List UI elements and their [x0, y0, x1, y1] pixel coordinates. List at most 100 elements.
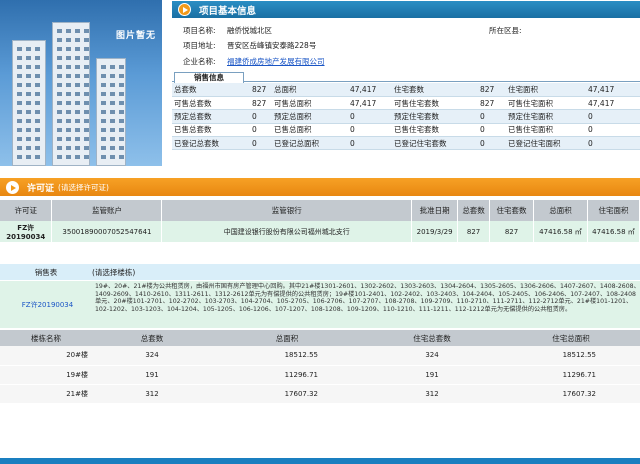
- window-icon: [66, 65, 71, 69]
- window-icon: [26, 83, 31, 87]
- window-icon: [75, 137, 80, 141]
- window-icon: [35, 110, 40, 114]
- window-icon: [84, 137, 89, 141]
- sales-info-value: 47,417: [586, 96, 640, 111]
- building-cell: 312: [362, 384, 502, 404]
- window-icon: [110, 137, 115, 141]
- window-icon: [84, 38, 89, 42]
- window-icon: [35, 128, 40, 132]
- sales-description-text: 19#、20#、21#楼为公共租赁房，由福州市国有房产管理中心回购。其中21#楼…: [95, 283, 640, 313]
- window-icon: [84, 119, 89, 123]
- building-row[interactable]: 19#楼 191 11296.71 191 11296.71: [0, 365, 640, 385]
- window-icon: [75, 92, 80, 96]
- window-icon: [35, 47, 40, 51]
- building-name-cell[interactable]: 19#楼: [0, 365, 92, 385]
- window-icon: [57, 155, 62, 159]
- sales-info-label: 可售住宅套数: [392, 96, 478, 111]
- tab-sales-info[interactable]: 销售信息: [174, 72, 244, 83]
- window-icon: [35, 137, 40, 141]
- company-link[interactable]: 福建侨成房地产发展有限公司: [227, 56, 437, 67]
- window-icon: [75, 155, 80, 159]
- sales-info-label: 已登记总面积: [272, 136, 348, 151]
- window-icon: [17, 146, 22, 150]
- window-icon: [110, 110, 115, 114]
- building-row[interactable]: 20#楼 324 18512.55 324 18512.55: [0, 346, 640, 366]
- sales-info-value: 827: [478, 96, 506, 111]
- sales-info-label: 已售住宅套数: [392, 123, 478, 138]
- permit-id-cell[interactable]: FZ许20190034: [0, 221, 53, 242]
- sales-info-label: 预定住宅套数: [392, 109, 478, 124]
- building-cell: 324: [92, 346, 212, 366]
- sales-info-label: 住宅套数: [392, 83, 478, 97]
- building-illustration: [96, 58, 126, 166]
- window-icon: [66, 101, 71, 105]
- window-icon: [101, 110, 106, 114]
- window-icon: [84, 47, 89, 51]
- sales-info-label: 可售总套数: [172, 96, 250, 111]
- window-icon: [35, 146, 40, 150]
- sales-info-row: 总套数 827 总面积 47,417 住宅套数 827 住宅面积 47,417: [172, 83, 640, 97]
- window-icon: [75, 47, 80, 51]
- building-name-cell[interactable]: 21#楼: [0, 384, 92, 404]
- window-icon: [26, 47, 31, 51]
- window-icon: [66, 119, 71, 123]
- building-row[interactable]: 21#楼 312 17607.32 312 17607.32: [0, 384, 640, 404]
- sales-info-label: 预定总套数: [172, 109, 250, 124]
- window-icon: [110, 155, 115, 159]
- window-icon: [66, 47, 71, 51]
- window-icon: [101, 74, 106, 78]
- sales-info-value: 47,417: [348, 83, 392, 97]
- permit-column-header: 住宅面积: [587, 200, 640, 221]
- window-icon: [75, 38, 80, 42]
- sales-info-label: 预定总面积: [272, 109, 348, 124]
- sales-permit-link[interactable]: FZ许20190034: [0, 281, 95, 328]
- window-icon: [110, 92, 115, 96]
- sales-table-header: 销售表 (请选择楼栋): [0, 264, 640, 280]
- sales-info-value: 0: [250, 109, 272, 124]
- window-icon: [75, 29, 80, 33]
- window-icon: [110, 146, 115, 150]
- window-icon: [110, 83, 115, 87]
- window-icon: [75, 128, 80, 132]
- window-icon: [101, 65, 106, 69]
- permit-table: 许可证 监管账户 监管银行 批准日期 总套数 住宅套数 总面积 住宅面积 FZ许2019003…: [0, 200, 640, 242]
- window-icon: [110, 119, 115, 123]
- building-column-header: 楼栋名称: [0, 330, 92, 346]
- window-icon: [26, 101, 31, 105]
- window-icon: [26, 110, 31, 114]
- window-icon: [84, 101, 89, 105]
- permit-cell: 47416.58 ㎡: [587, 221, 640, 242]
- permit-row[interactable]: FZ许20190034 35001890007052547641 中国建设银行股份有…: [0, 221, 640, 242]
- window-icon: [35, 155, 40, 159]
- building-name-cell[interactable]: 20#楼: [0, 346, 92, 366]
- basic-info-title: 项目基本信息: [199, 5, 257, 17]
- window-icon: [35, 65, 40, 69]
- permit-column-header: 监管账户: [51, 200, 163, 221]
- window-icon: [84, 65, 89, 69]
- building-column-header: 住宅总套数: [362, 330, 502, 346]
- window-icon: [75, 146, 80, 150]
- window-icon: [17, 56, 22, 60]
- window-icon: [17, 47, 22, 51]
- sales-info-value: 0: [478, 109, 506, 124]
- window-icon: [17, 137, 22, 141]
- window-icon: [57, 56, 62, 60]
- window-icon: [110, 128, 115, 132]
- permit-cell: 827: [457, 221, 491, 242]
- window-icon: [66, 56, 71, 60]
- company-row: 企业名称: 福建侨成房地产发展有限公司: [183, 56, 437, 67]
- sales-info-label: 已售总套数: [172, 123, 250, 138]
- sales-info-value: 0: [348, 136, 392, 151]
- permit-column-header: 住宅套数: [489, 200, 534, 221]
- sales-info-value: 827: [250, 83, 272, 97]
- window-icon: [26, 119, 31, 123]
- play-icon: [178, 3, 191, 16]
- window-icon: [66, 137, 71, 141]
- window-icon: [26, 56, 31, 60]
- permit-column-header: 总面积: [533, 200, 588, 221]
- no-photo-label: 图片暂无: [115, 31, 156, 41]
- window-icon: [66, 110, 71, 114]
- window-icon: [84, 83, 89, 87]
- building-column-header: 住宅总面积: [502, 330, 640, 346]
- window-icon: [66, 92, 71, 96]
